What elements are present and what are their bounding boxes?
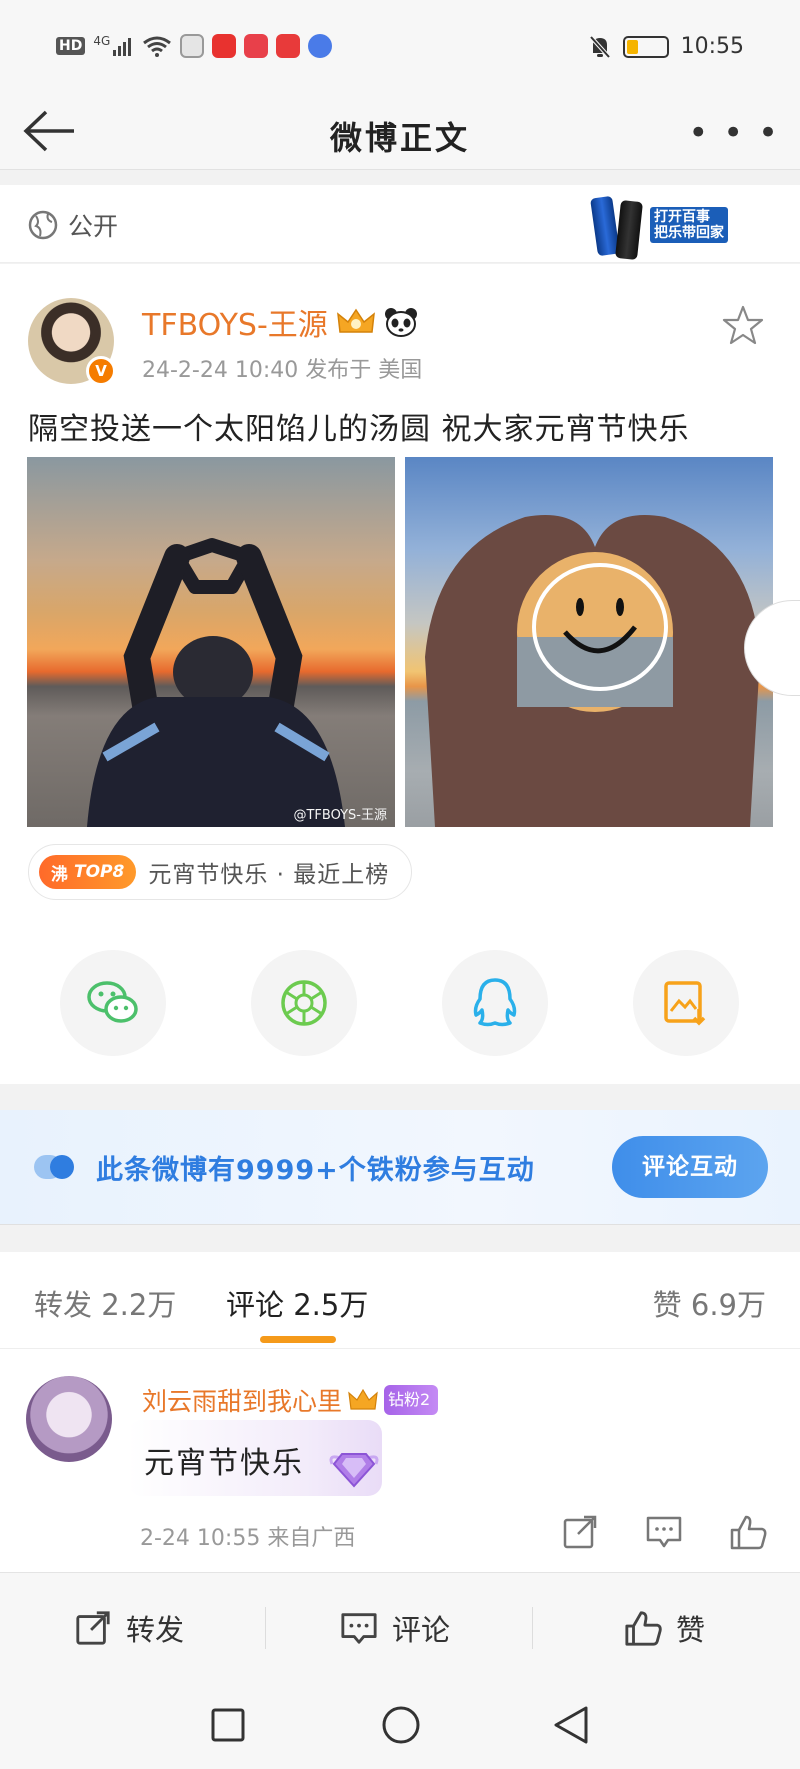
heart-hands-smiley bbox=[425, 515, 760, 827]
post-image-2[interactable] bbox=[405, 457, 773, 827]
mute-bell-icon bbox=[589, 35, 611, 58]
signal-label: 4G bbox=[93, 34, 111, 48]
tabs-divider bbox=[0, 1348, 800, 1349]
fans-interaction-banner: 此条微博有9999+个铁粉参与互动 评论互动 bbox=[0, 1110, 800, 1225]
save-image-button[interactable] bbox=[633, 950, 739, 1056]
circle-icon bbox=[382, 1706, 420, 1744]
comment-text: 元宵节快乐 bbox=[144, 1446, 304, 1481]
author-name-text: TFBOYS-王源 bbox=[142, 308, 328, 343]
weibo-notification-icon bbox=[212, 34, 237, 58]
triangle-back-icon bbox=[554, 1706, 588, 1744]
topic-text: 元宵节快乐 · 最近上榜 bbox=[148, 862, 390, 888]
app-notification-icon bbox=[180, 34, 205, 58]
diamond-gem-icon bbox=[329, 1453, 379, 1488]
home-button[interactable] bbox=[376, 1700, 426, 1750]
crown-badge-icon bbox=[336, 308, 375, 333]
fan-level-badge: 钻粉2 bbox=[384, 1385, 439, 1415]
comment-repost-icon[interactable] bbox=[560, 1512, 600, 1552]
repost-label: 转发 bbox=[126, 1613, 185, 1647]
system-nav-bar bbox=[0, 1682, 800, 1769]
author-name[interactable]: TFBOYS-王源 bbox=[142, 300, 418, 344]
music-notification-icon bbox=[308, 34, 333, 58]
share-qq-button[interactable] bbox=[442, 950, 548, 1056]
page-title: 微博正文 bbox=[329, 119, 470, 157]
toggle-icon bbox=[34, 1155, 74, 1179]
comment-button[interactable]: 评论 bbox=[340, 1603, 450, 1653]
like-label: 赞 bbox=[676, 1613, 706, 1647]
clock: 10:55 bbox=[680, 34, 744, 59]
status-right: 10:55 bbox=[589, 34, 744, 59]
comment-like-icon[interactable] bbox=[728, 1512, 768, 1552]
nav-bar: 微博正文 • • • bbox=[0, 95, 800, 170]
comment-icon bbox=[341, 1613, 377, 1644]
system-back-button[interactable] bbox=[546, 1700, 596, 1750]
silhouette-figure bbox=[87, 538, 345, 827]
hot-badge-label: 沸 bbox=[51, 864, 68, 885]
share-row bbox=[0, 950, 800, 1060]
commenter-name[interactable]: 刘云雨甜到我心里 钻粉2 bbox=[142, 1382, 439, 1418]
recents-button[interactable] bbox=[203, 1700, 253, 1750]
tab-comment[interactable]: 评论 2.5万 bbox=[226, 1282, 368, 1324]
book-notification-icon bbox=[244, 34, 269, 58]
verified-badge-icon: V bbox=[86, 356, 116, 386]
active-tab-indicator bbox=[260, 1336, 336, 1343]
qq-icon bbox=[473, 978, 517, 1027]
fans-text: 此条微博有9999+个铁粉参与互动 bbox=[96, 1155, 535, 1186]
save-image-icon bbox=[664, 981, 706, 1026]
wechat-icon bbox=[87, 981, 138, 1023]
hot-rank: TOP8 bbox=[74, 862, 125, 882]
more-button[interactable]: • • • bbox=[688, 113, 780, 153]
share-moments-button[interactable] bbox=[251, 950, 357, 1056]
separator bbox=[532, 1607, 533, 1649]
comment-item: 刘云雨甜到我心里 钻粉2 元宵节快乐 2-24 10:55 来自广西 bbox=[0, 1362, 800, 1572]
comment-meta: 2-24 10:55 来自广西 bbox=[140, 1526, 356, 1551]
like-icon bbox=[625, 1611, 662, 1646]
ad-text-line1: 打开百事 bbox=[654, 209, 710, 225]
status-left: HD 4G bbox=[56, 34, 333, 58]
post-text: 隔空投送一个太阳馅儿的汤圆 祝大家元宵节快乐 bbox=[28, 412, 690, 447]
image-watermark: @TFBOYS-王源 bbox=[293, 808, 387, 823]
bottom-action-bar: 转发 评论 赞 bbox=[0, 1572, 800, 1682]
like-button[interactable]: 赞 bbox=[624, 1603, 705, 1653]
pepsi-can-black bbox=[615, 200, 643, 260]
post-image-1[interactable]: @TFBOYS-王源 bbox=[27, 457, 395, 827]
network-type: HD bbox=[56, 37, 86, 55]
repost-icon bbox=[76, 1611, 110, 1645]
pepsi-ad-banner[interactable]: 打开百事 把乐带回家 bbox=[590, 189, 730, 261]
commenter-avatar[interactable] bbox=[26, 1376, 112, 1462]
ad-text: 打开百事 把乐带回家 bbox=[650, 207, 728, 243]
status-bar: HD 4G 10:55 bbox=[0, 0, 800, 95]
signal-icon bbox=[113, 38, 132, 56]
comment-label: 评论 bbox=[392, 1613, 451, 1647]
visibility-label[interactable]: 公开 bbox=[28, 207, 118, 243]
visibility-bar: 公开 打开百事 把乐带回家 bbox=[0, 185, 800, 263]
favorite-star-icon[interactable] bbox=[722, 304, 764, 346]
commenter-crown-icon bbox=[348, 1388, 378, 1410]
battery-icon bbox=[622, 35, 669, 58]
panda-badge-icon bbox=[384, 308, 417, 337]
comment-reply-icon[interactable] bbox=[644, 1512, 684, 1552]
tab-repost[interactable]: 转发 2.2万 bbox=[34, 1282, 176, 1324]
globe-icon bbox=[28, 210, 58, 240]
post-meta: 24-2-24 10:40 发布于 美国 bbox=[142, 358, 423, 383]
separator bbox=[265, 1607, 266, 1649]
square-icon bbox=[211, 1708, 245, 1742]
hot-badge: 沸 TOP8 bbox=[39, 855, 137, 889]
huawei-notification-icon bbox=[276, 34, 301, 58]
post-card: V TFBOYS-王源 24-2-24 10:40 发布于 美国 隔空投送一个太… bbox=[0, 264, 800, 1084]
tab-like[interactable]: 赞 6.9万 bbox=[653, 1282, 766, 1324]
share-wechat-button[interactable] bbox=[60, 950, 166, 1056]
repost-button[interactable]: 转发 bbox=[74, 1603, 184, 1653]
comment-interact-button[interactable]: 评论互动 bbox=[612, 1136, 768, 1198]
moments-icon bbox=[281, 980, 327, 1026]
hot-topic-tag[interactable]: 沸 TOP8 元宵节快乐 · 最近上榜 bbox=[28, 844, 413, 900]
commenter-name-text: 刘云雨甜到我心里 bbox=[142, 1387, 343, 1416]
ad-text-line2: 把乐带回家 bbox=[654, 225, 724, 241]
wifi-icon bbox=[143, 36, 172, 57]
visibility-text: 公开 bbox=[68, 212, 119, 241]
